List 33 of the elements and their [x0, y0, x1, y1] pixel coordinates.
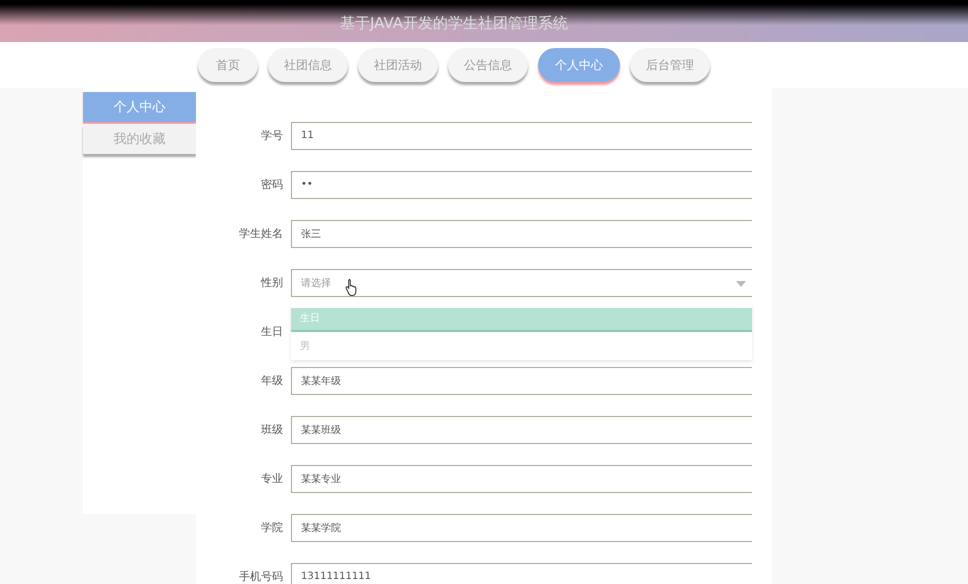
nav-tab[interactable]: 社团活动 — [358, 48, 438, 82]
input-field[interactable]: 某某专业 — [291, 464, 752, 492]
nav-tab[interactable]: 后台管理 — [630, 48, 710, 82]
dropdown-option[interactable]: 男 — [291, 336, 752, 358]
input-field[interactable]: •• — [291, 170, 752, 198]
field-label: 学号 — [260, 128, 283, 143]
nav-tab[interactable]: 个人中心 — [538, 48, 620, 82]
pointer-cursor-icon — [345, 278, 359, 296]
caret-icon — [736, 280, 746, 286]
nav-tab[interactable]: 首页 — [198, 48, 258, 82]
input-field[interactable]: 某某年级 — [291, 366, 752, 394]
input-field[interactable]: 某某学院 — [291, 514, 752, 542]
field-label: 学院 — [260, 520, 283, 535]
field-label: 手机号码 — [238, 569, 283, 584]
field-label: 学生姓名 — [238, 226, 283, 241]
field-label: 专业 — [260, 471, 283, 486]
nav-tab[interactable]: 社团信息 — [268, 48, 348, 82]
field-label: 性别 — [260, 275, 283, 290]
input-field[interactable]: 某某班级 — [291, 416, 752, 444]
select-placeholder: 请选择 — [301, 276, 331, 290]
sidebar-item[interactable]: 我的收藏 — [83, 124, 196, 154]
select-field[interactable]: 请选择 — [291, 268, 752, 296]
field-label: 生日 — [260, 324, 283, 339]
field-label: 密码 — [260, 177, 283, 192]
nav-tab[interactable]: 公告信息 — [448, 48, 528, 82]
site-title: 基于JAVA开发的学生社团管理系统 — [340, 14, 568, 32]
sidebar-item[interactable]: 个人中心 — [83, 92, 196, 122]
field-label: 年级 — [260, 373, 283, 388]
dropdown-option[interactable]: 生日 — [291, 308, 752, 332]
input-field[interactable]: 13111111111 — [291, 562, 752, 584]
input-field[interactable]: 11 — [291, 122, 752, 150]
field-label: 班级 — [260, 422, 283, 437]
input-field[interactable]: 张三 — [291, 220, 752, 248]
